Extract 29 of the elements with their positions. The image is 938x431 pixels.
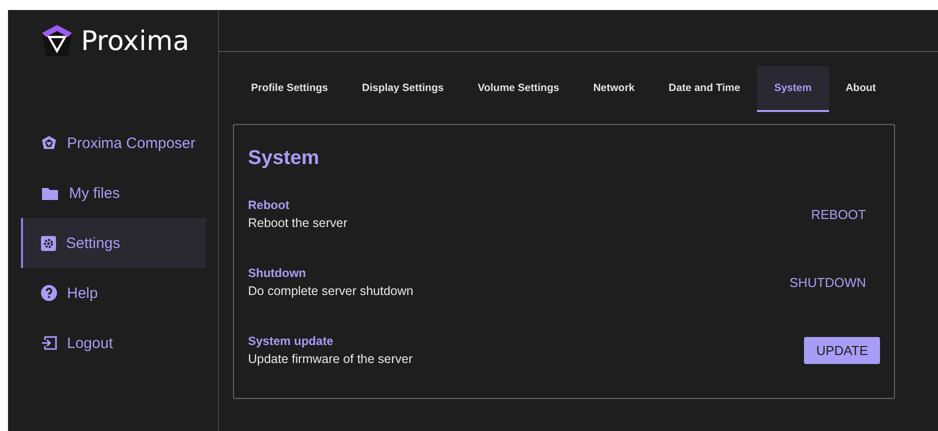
setting-title: Reboot <box>248 198 290 212</box>
help-icon <box>41 285 57 301</box>
gem-icon <box>41 135 57 151</box>
tab[interactable]: Profile Settings <box>234 66 346 112</box>
logo-icon <box>41 24 73 58</box>
tab[interactable]: Date and Time <box>652 66 758 112</box>
tab[interactable]: About <box>828 66 893 112</box>
tab[interactable]: Display Settings <box>345 66 461 112</box>
tab[interactable]: Volume Settings <box>460 66 576 112</box>
sidebar-item[interactable]: My files <box>21 168 206 218</box>
update-button[interactable]: UPDATE <box>804 336 880 364</box>
tab[interactable]: System <box>757 66 829 112</box>
panel-title: System <box>248 147 320 170</box>
logo-text: Proxima <box>81 26 190 56</box>
action-button[interactable]: REBOOT <box>799 200 878 228</box>
sidebar-item[interactable]: Settings <box>21 218 206 268</box>
gear-icon <box>41 236 56 250</box>
sidebar-item[interactable]: Logout <box>21 318 206 368</box>
sidebar-item[interactable]: Help <box>21 268 206 318</box>
action-button[interactable]: SHUTDOWN <box>777 268 878 296</box>
setting-description: Update firmware of the server <box>248 352 413 366</box>
folder-icon <box>41 186 59 200</box>
tab[interactable]: Network <box>576 66 652 112</box>
logout-icon <box>41 335 57 351</box>
setting-description: Do complete server shutdown <box>248 284 414 298</box>
setting-description: Reboot the server <box>248 216 348 230</box>
setting-title: System update <box>248 334 334 348</box>
sidebar-item[interactable]: Proxima Composer <box>21 118 206 168</box>
setting-title: Shutdown <box>248 266 307 280</box>
